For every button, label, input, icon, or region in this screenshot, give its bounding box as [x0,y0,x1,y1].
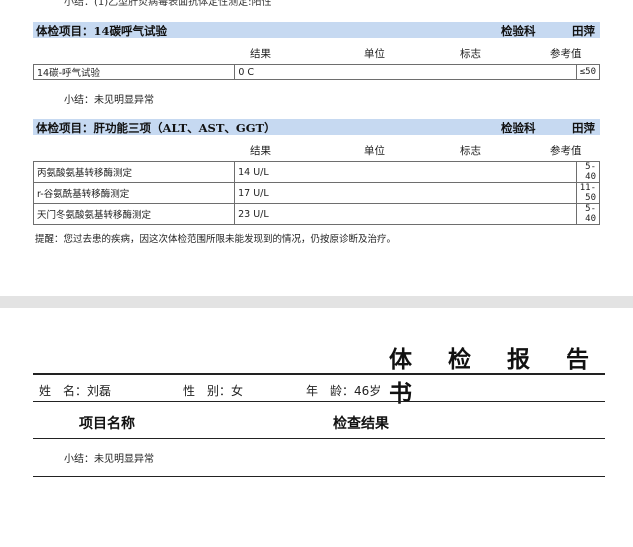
item-result: 17 U/L [234,182,577,204]
sex-value: 女 [231,384,244,398]
col-reference: 参考值 [550,145,582,157]
age-value: 46岁 [354,384,382,398]
column-headers: 结果 单位 标志 参考值 [33,45,600,60]
section-header-breath-test: 体检项目：14碳呼气试验 检验科 田萍 [33,22,600,38]
item-result: 0 C [234,64,577,80]
item-reference: 5-40 [575,161,601,183]
summary-rule [33,476,605,477]
col-unit: 单位 [364,48,385,60]
column-check-result: 检查结果 [333,416,389,432]
item-name: 14碳-呼气试验 [32,64,236,80]
section-department: 检验科 [501,24,536,38]
result-table-liver-function: 丙氨酸氨基转移酶测定 14 U/L 5-40 r-谷氨酰基转移酶测定 17 U/… [32,161,601,225]
section-title: 体检项目：肝功能三项（ALT、AST、GGT） [36,121,276,135]
item-name: r-谷氨酰基转移酶测定 [32,182,236,204]
age-label: 年 龄： [306,384,355,398]
info-rule [33,401,605,402]
item-reference: 11-50 [575,182,601,204]
sex-label: 性 别： [183,384,232,398]
column-headers: 结果 单位 标志 参考值 [33,142,600,157]
report-page-1: 小结：(1)乙型肝炎病毒表面抗体定性测定:阳性 体检项目：14碳呼气试验 检验科… [0,0,633,296]
col-result: 结果 [250,48,271,60]
item-reference: 5-40 [575,203,601,225]
title-rule [33,373,605,375]
name-value: 刘磊 [87,384,112,398]
col-flag: 标志 [460,145,481,157]
section-doctor: 田萍 [572,121,595,135]
result-table-breath-test: 14碳-呼气试验 0 C ≤50 [32,64,601,80]
patient-age: 年 龄：46岁 [306,382,381,399]
section-department: 检验科 [501,121,536,135]
col-result: 结果 [250,145,271,157]
item-name: 天门冬氨酸氨基转移酶测定 [32,203,236,225]
section-doctor: 田萍 [572,24,595,38]
item-result: 14 U/L [234,161,577,183]
item-reference: ≤50 [575,64,601,80]
col-unit: 单位 [364,145,385,157]
item-name: 丙氨酸氨基转移酶测定 [32,161,236,183]
table-row: 天门冬氨酸氨基转移酶测定 23 U/L 5-40 [32,203,601,225]
patient-name: 姓 名：刘磊 [39,382,111,399]
table-row: 14碳-呼气试验 0 C ≤50 [32,64,601,80]
header-rule [33,438,605,439]
patient-sex: 性 别：女 [183,382,243,399]
cut-off-summary: 小结：(1)乙型肝炎病毒表面抗体定性测定:阳性 [64,0,272,8]
reminder-notice: 提醒：您过去患的疾病，因这次体检范围所限未能发现到的情况，仍按原诊断及治疗。 [35,234,397,245]
col-reference: 参考值 [550,48,582,60]
table-row: r-谷氨酰基转移酶测定 17 U/L 11-50 [32,182,601,204]
col-flag: 标志 [460,48,481,60]
name-label: 姓 名： [39,384,88,398]
page-separator [0,296,633,308]
column-item-name: 项目名称 [79,416,135,432]
item-result: 23 U/L [234,203,577,225]
section-header-liver-function: 体检项目：肝功能三项（ALT、AST、GGT） 检验科 田萍 [33,119,600,135]
page2-summary: 小结：未见明显异常 [64,454,154,465]
section-summary: 小结：未见明显异常 [64,95,154,106]
table-row: 丙氨酸氨基转移酶测定 14 U/L 5-40 [32,161,601,183]
section-title: 体检项目：14碳呼气试验 [36,24,168,38]
